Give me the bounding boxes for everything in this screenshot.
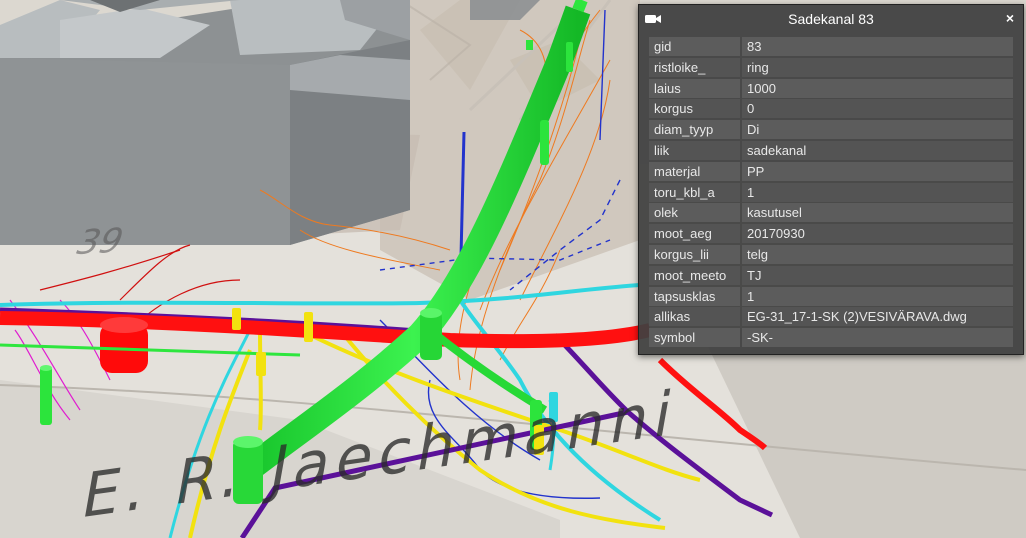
attribute-row: korgus_lii telg <box>649 244 1013 264</box>
attribute-key: tapsusklas <box>649 286 740 306</box>
popup-title: Sadekanal 83 <box>788 10 874 27</box>
attribute-value: 1 <box>742 286 1013 306</box>
attribute-row: materjal PP <box>649 161 1013 181</box>
attribute-value: 20170930 <box>742 224 1013 244</box>
attribute-value: -SK- <box>742 328 1013 348</box>
attribute-row: laius 1000 <box>649 78 1013 98</box>
attribute-key: moot_meeto <box>649 265 740 285</box>
attribute-key: liik <box>649 140 740 160</box>
attribute-key: moot_aeg <box>649 224 740 244</box>
attribute-row: liik sadekanal <box>649 140 1013 160</box>
attribute-value: 1000 <box>742 78 1013 98</box>
attribute-value: ring <box>742 57 1013 77</box>
attribute-value: telg <box>742 244 1013 264</box>
attribute-key: laius <box>649 78 740 98</box>
attribute-value: Di <box>742 120 1013 140</box>
attribute-row: olek kasutusel <box>649 203 1013 223</box>
close-icon[interactable]: × <box>1003 10 1017 26</box>
attribute-key: materjal <box>649 161 740 181</box>
attribute-value: 1 <box>742 182 1013 202</box>
attribute-value: 83 <box>742 37 1013 56</box>
attribute-row: gid 83 <box>649 37 1013 56</box>
attribute-value: kasutusel <box>742 203 1013 223</box>
attribute-key: diam_tyyp <box>649 120 740 140</box>
attribute-row: symbol -SK- <box>649 328 1013 348</box>
attribute-row: diam_tyyp Di <box>649 120 1013 140</box>
feature-info-popup[interactable]: Sadekanal 83 × gid 83 ristloike_ ring laiu… <box>638 4 1024 355</box>
attribute-row: moot_meeto TJ <box>649 265 1013 285</box>
attribute-row: moot_aeg 20170930 <box>649 224 1013 244</box>
attribute-key: olek <box>649 203 740 223</box>
attribute-key: ristloike_ <box>649 57 740 77</box>
attribute-row: tapsusklas 1 <box>649 286 1013 306</box>
attribute-key: symbol <box>649 328 740 348</box>
attribute-value: PP <box>742 161 1013 181</box>
attribute-row: korgus 0 <box>649 99 1013 119</box>
attribute-key: toru_kbl_a <box>649 182 740 202</box>
attribute-row: allikas EG-31_17-1-SK (2)VESIVÄRAVA.dwg <box>649 307 1013 327</box>
attribute-key: gid <box>649 37 740 56</box>
popup-header: Sadekanal 83 × <box>639 5 1023 32</box>
attribute-value: EG-31_17-1-SK (2)VESIVÄRAVA.dwg <box>742 307 1013 327</box>
attribute-value: 0 <box>742 99 1013 119</box>
attribute-value: TJ <box>742 265 1013 285</box>
attribute-table: gid 83 ristloike_ ring laius 1000 korgus 0 d… <box>639 32 1023 348</box>
attribute-row: ristloike_ ring <box>649 57 1013 77</box>
attribute-row: toru_kbl_a 1 <box>649 182 1013 202</box>
attribute-key: korgus <box>649 99 740 119</box>
camera-icon[interactable] <box>645 14 661 24</box>
attribute-value: sadekanal <box>742 140 1013 160</box>
attribute-key: korgus_lii <box>649 244 740 264</box>
attribute-key: allikas <box>649 307 740 327</box>
